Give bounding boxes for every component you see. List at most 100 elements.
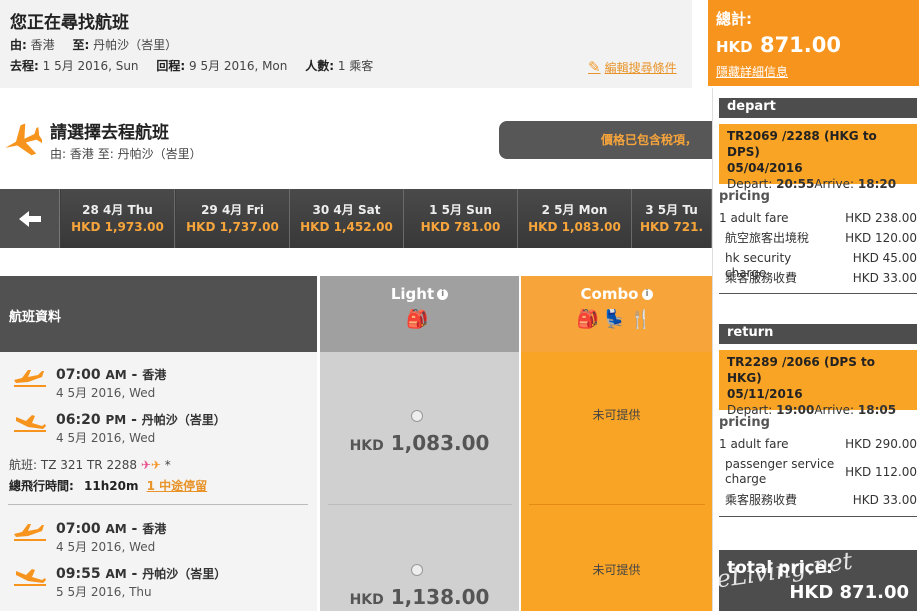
arr-time: 06:20: [56, 412, 101, 428]
return-date: 9 5月 2016, Mon: [189, 59, 288, 73]
takeoff-icon: [14, 370, 46, 387]
price-row-value: HKD 112.00: [845, 465, 917, 479]
depart-date: 1 5月 2016, Sun: [42, 59, 139, 73]
route-from-label: 由:: [50, 147, 67, 161]
arr-city: 丹帕沙（峇里）: [141, 413, 226, 427]
hide-details-link[interactable]: 隱藏詳細信息: [716, 63, 911, 80]
prev-dates-button[interactable]: [0, 189, 60, 248]
arrive-time-label: Arrive:: [814, 177, 855, 191]
depart-flight-date: 05/04/2016: [727, 161, 803, 175]
combo-unavailable: 未可提供: [592, 408, 641, 422]
info-icon[interactable]: i: [641, 289, 653, 300]
takeoff-icon: [14, 524, 46, 541]
flight-mark: *: [164, 458, 171, 472]
depart-flight-no: TR2069 /2288 (HKG to DPS): [727, 129, 877, 159]
total-label: 總計:: [716, 10, 752, 28]
return-header: return: [719, 324, 917, 344]
flight-numbers: 航班: TZ 321 TR 2288 ✈✈ *: [9, 456, 171, 473]
total-currency: HKD: [716, 38, 753, 56]
price-row-value: HKD 290.00: [845, 437, 917, 451]
fare-amount: 1,083.00: [390, 431, 490, 455]
arr-date: 5 5月 2016, Thu: [56, 585, 152, 599]
dep-time: 07:00: [56, 521, 101, 537]
price-row-value: HKD 33.00: [852, 493, 917, 507]
date-strip: 28 4月 Thu HKD 1,973.00 29 4月 Fri HKD 1,7…: [0, 189, 712, 248]
select-outbound-title: 請選擇去程航班: [50, 123, 169, 143]
departure-leg: 07:00 AM - 香港 4 5月 2016, Wed: [12, 520, 166, 555]
light-fare-price: HKD 1,138.00: [320, 585, 519, 609]
fare-amount: 1,138.00: [390, 585, 490, 609]
date-tab-price: HKD 1,083.00: [528, 220, 621, 234]
light-fare-radio[interactable]: [411, 410, 423, 422]
depart-price-row: 乘客服務收費 HKD 33.00: [719, 271, 917, 286]
depart-label: 去程:: [10, 59, 39, 73]
arr-time: 09:55: [56, 566, 101, 582]
price-row-name: passenger service charge: [725, 457, 835, 486]
date-tab[interactable]: 2 5月 Mon HKD 1,083.00: [518, 189, 632, 248]
select-route: 由: 香港 至: 丹帕沙（峇里）: [50, 145, 202, 162]
landing-icon: [14, 569, 46, 586]
dep-time: 07:00: [56, 367, 101, 383]
search-route: 由: 香港 至: 丹帕沙（峇里）: [10, 36, 177, 53]
date-tab-price: HKD 1,452.00: [300, 220, 393, 234]
dep-city: 香港: [142, 368, 167, 382]
arrow-left-icon: [18, 210, 41, 227]
date-tab-date: 2 5月 Mon: [541, 203, 608, 217]
arr-city: 丹帕沙（峇里）: [142, 567, 227, 581]
price-detail-panel: depart TR2069 /2288 (HKG to DPS) 05/04/2…: [712, 88, 919, 611]
price-row-name: 航空旅客出境稅: [725, 231, 810, 245]
date-tab-date: 29 4月 Fri: [201, 203, 264, 217]
date-tab[interactable]: 1 5月 Sun HKD 781.00: [404, 189, 518, 248]
return-label: 回程:: [156, 59, 186, 73]
route-to: 丹帕沙（峇里）: [117, 147, 202, 161]
date-tab[interactable]: 30 4月 Sat HKD 1,452.00: [290, 189, 404, 248]
price-row-name: 乘客服務收費: [725, 493, 798, 507]
flight-label: 航班:: [9, 458, 38, 472]
stops-link[interactable]: 1 中途停留: [147, 479, 208, 493]
light-fare-radio[interactable]: [411, 564, 423, 576]
total-amount: HKD 871.00: [716, 33, 911, 57]
divider: [719, 516, 917, 517]
search-summary: 您正在尋找航班 由: 香港 至: 丹帕沙（峇里） 去程: 1 5月 2016, …: [0, 0, 692, 88]
arrive-time: 18:20: [857, 177, 897, 191]
return-price-row: passenger service charge HKD 112.00: [719, 457, 917, 487]
depart-time: 19:00: [776, 403, 815, 417]
date-tab-date: 1 5月 Sun: [429, 203, 492, 217]
return-flight-no: TR2289 /2066 (DPS to HKG): [727, 355, 876, 385]
date-tab-price: HKD 1,737.00: [186, 220, 279, 234]
depart-header: depart: [719, 98, 917, 118]
to-label: 至:: [72, 38, 90, 52]
date-tab[interactable]: 28 4月 Thu HKD 1,973.00: [61, 189, 175, 248]
edit-search-link[interactable]: ✎ 編輯搜尋條件: [588, 58, 677, 76]
info-icon[interactable]: i: [437, 289, 449, 300]
return-flight-box: TR2289 /2066 (DPS to HKG) 05/11/2016 Dep…: [719, 350, 917, 417]
pax-count: 1 乘客: [337, 59, 374, 73]
dep-date: 4 5月 2016, Wed: [56, 540, 156, 554]
arr-ampm: AM: [105, 567, 127, 581]
from-label: 由:: [10, 38, 27, 52]
arrive-time-label: Arrive:: [814, 403, 855, 417]
depart-pricing-title: pricing: [719, 189, 770, 204]
return-price-row: 乘客服務收費 HKD 33.00: [719, 493, 917, 508]
edit-search-label: 編輯搜尋條件: [604, 60, 677, 75]
arrival-leg: 09:55 AM - 丹帕沙（峇里） 5 5月 2016, Thu: [12, 565, 226, 600]
date-tab[interactable]: 29 4月 Fri HKD 1,737.00: [176, 189, 290, 248]
return-price-row: 1 adult fare HKD 290.00: [719, 437, 917, 452]
pencil-icon: ✎: [588, 58, 601, 76]
combo-fare-header: Combo i 🎒💺🍴: [521, 276, 712, 352]
date-tab[interactable]: 3 5月 Tu HKD 721.: [632, 189, 712, 248]
airline-logo-icon: ✈: [150, 458, 161, 472]
fare-currency: HKD: [349, 438, 384, 454]
total-value: 871.00: [759, 33, 841, 57]
date-tab-date: 3 5月 Tu: [645, 203, 698, 217]
fare-currency: HKD: [349, 592, 384, 608]
return-flight-date: 05/11/2016: [727, 387, 803, 401]
divider: [719, 293, 917, 294]
landing-icon: [14, 415, 46, 432]
arr-date: 4 5月 2016, Wed: [56, 431, 156, 445]
price-row-value: HKD 120.00: [845, 231, 917, 245]
date-tab-price: HKD 781.00: [420, 220, 501, 234]
departure-leg: 07:00 AM - 香港 4 5月 2016, Wed: [12, 366, 166, 401]
depart-flight-box: TR2069 /2288 (HKG to DPS) 05/04/2016 Dep…: [719, 124, 917, 191]
dep-date: 4 5月 2016, Wed: [56, 386, 156, 400]
